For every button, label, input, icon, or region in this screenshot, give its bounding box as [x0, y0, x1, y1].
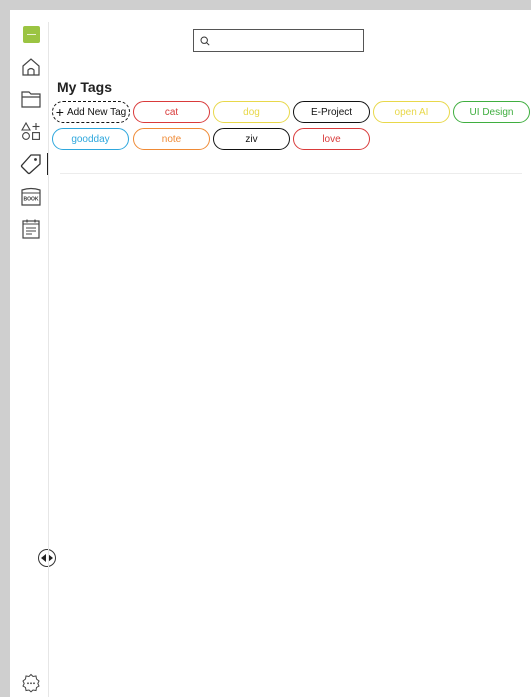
tag-icon: [20, 154, 41, 175]
sidebar-item-tags[interactable]: [20, 153, 42, 175]
search-input[interactable]: [214, 32, 363, 51]
tag-label: note: [161, 133, 182, 145]
tag-chip[interactable]: note: [133, 128, 210, 150]
tag-label: ziv: [245, 133, 258, 145]
shapes-icon: [21, 121, 40, 140]
tag-row-1: + Add New Tag cat dog E-Project open AI …: [52, 101, 531, 123]
add-new-tag-button[interactable]: + Add New Tag: [52, 101, 130, 123]
collapse-toggle-icon: [41, 554, 53, 562]
window-frame-left: [0, 0, 10, 697]
tag-label: love: [322, 133, 341, 145]
tag-chip[interactable]: cat: [133, 101, 210, 123]
tag-chip[interactable]: dog: [213, 101, 290, 123]
tag-chip[interactable]: ziv: [213, 128, 290, 150]
tag-label: goodday: [71, 133, 110, 145]
add-new-tag-label: Add New Tag: [66, 106, 127, 118]
sidebar-item-book[interactable]: BOOK: [20, 186, 42, 208]
window-frame-top: [0, 0, 531, 10]
folder-icon: [21, 91, 41, 108]
settings-button[interactable]: [21, 673, 41, 693]
tag-chip[interactable]: love: [293, 128, 370, 150]
tag-chip[interactable]: E-Project: [293, 101, 370, 123]
sidebar-item-folders[interactable]: [20, 88, 42, 110]
tag-label: open AI: [394, 106, 429, 118]
app-logo-icon[interactable]: [23, 26, 40, 43]
search-icon: [200, 36, 210, 46]
page-title: My Tags: [57, 79, 112, 95]
sidebar-item-home[interactable]: [20, 56, 42, 78]
collapse-toggle-button[interactable]: [38, 549, 56, 567]
tag-label: UI Design: [469, 106, 514, 118]
search-field[interactable]: [193, 29, 364, 52]
content-divider: [60, 173, 522, 174]
home-icon: [22, 58, 40, 76]
tag-label: dog: [243, 106, 260, 118]
book-icon: BOOK: [21, 187, 41, 206]
tag-chip[interactable]: UI Design: [453, 101, 530, 123]
sidebar-item-shapes[interactable]: [20, 120, 42, 142]
sidebar-divider: [48, 22, 49, 697]
tag-label: cat: [164, 106, 179, 118]
calendar-icon: [22, 219, 40, 239]
tag-row-2: goodday note ziv love: [52, 128, 531, 150]
settings-icon: [22, 673, 40, 693]
book-icon-label: BOOK: [24, 197, 39, 203]
tag-label: E-Project: [310, 106, 353, 118]
plus-icon: +: [55, 104, 64, 120]
tag-chip[interactable]: goodday: [52, 128, 129, 150]
sidebar-item-calendar[interactable]: [20, 218, 42, 240]
tag-chip[interactable]: open AI: [373, 101, 450, 123]
